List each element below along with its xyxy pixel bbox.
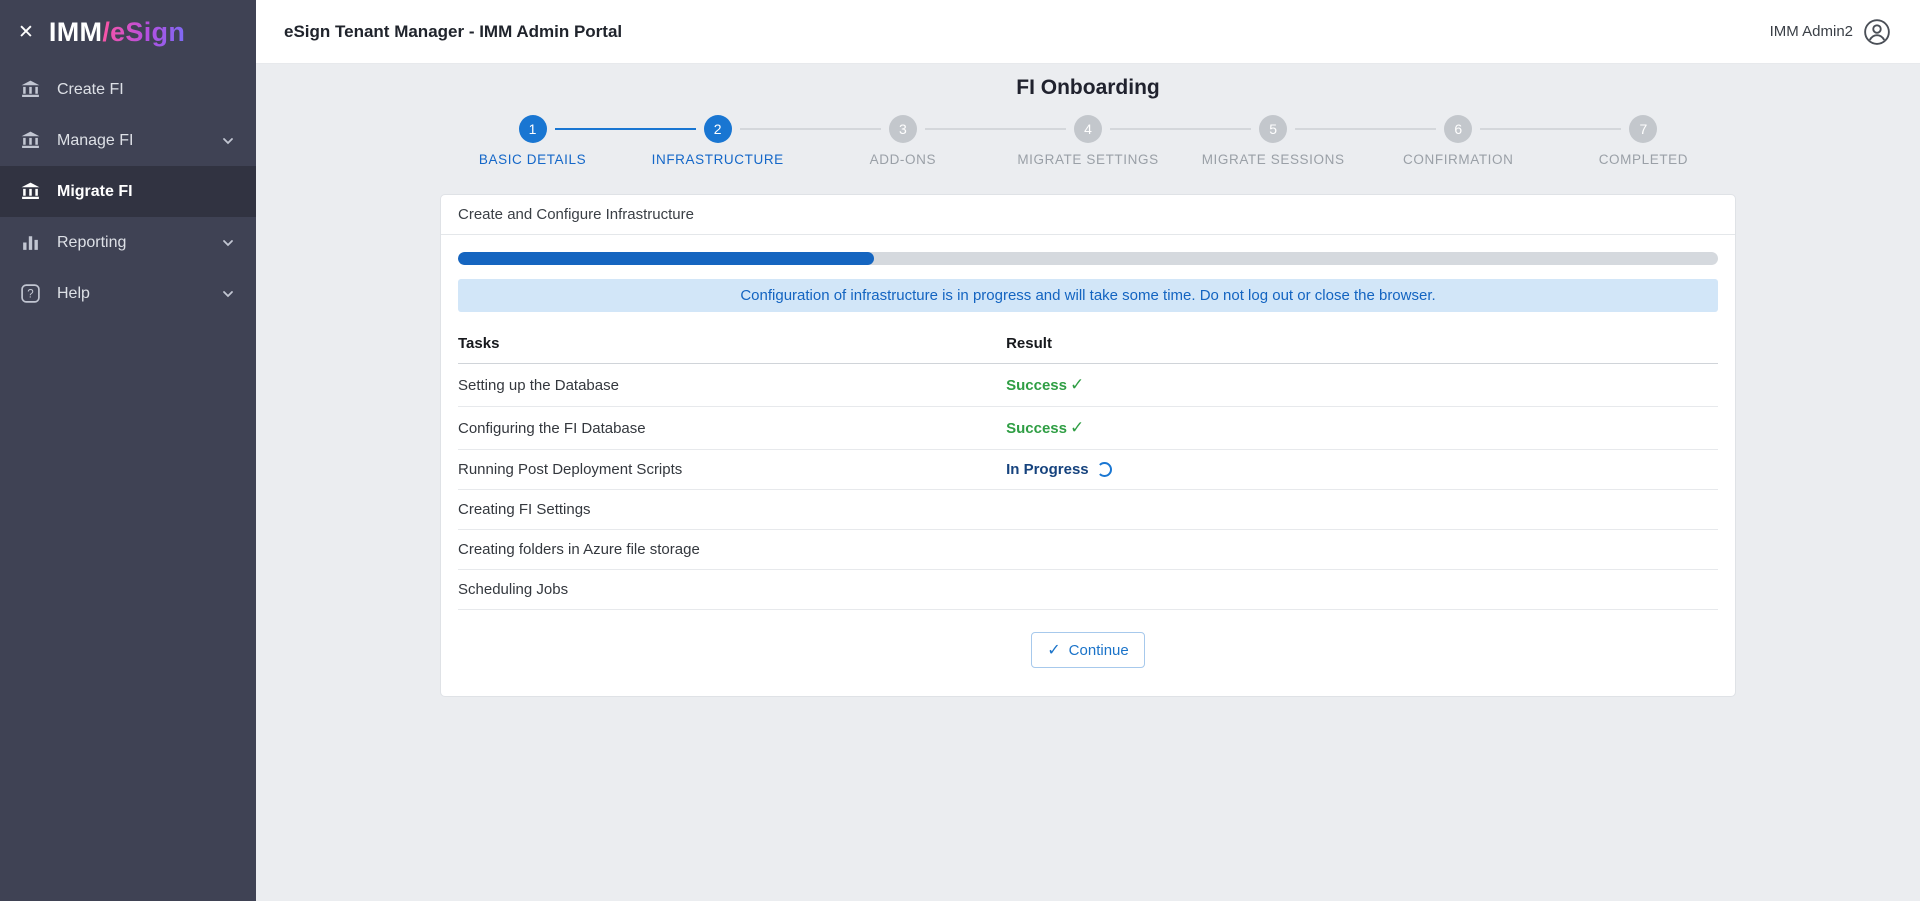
sidebar-item-label: Reporting <box>57 233 127 251</box>
result-cell: Success ✓ <box>1006 363 1718 407</box>
step-label: MIGRATE SESSIONS <box>1201 152 1345 167</box>
close-icon[interactable]: ✕ <box>18 23 34 42</box>
step-label: COMPLETED <box>1598 152 1689 167</box>
result-cell: In Progress <box>1006 449 1718 490</box>
table-header-row: Tasks Result <box>458 322 1718 364</box>
table-row: Creating FI Settings <box>458 489 1718 530</box>
step-circle: 2 <box>703 115 732 143</box>
result-cell: Success ✓ <box>1006 406 1718 450</box>
task-cell: Creating folders in Azure file storage <box>458 529 1007 570</box>
user-name: IMM Admin2 <box>1769 23 1853 40</box>
result-text: Success <box>1006 377 1067 394</box>
stepper-step-completed: 7 COMPLETED <box>1480 115 1736 167</box>
step-connector <box>1295 128 1437 130</box>
app-logo: IMM/eSign <box>49 17 185 48</box>
column-header-tasks: Tasks <box>458 322 1007 364</box>
sidebar-nav: Create FI Manage FI Migrate FI Reporting <box>0 64 256 319</box>
sidebar-item-manage-fi[interactable]: Manage FI <box>0 115 256 166</box>
task-cell: Creating FI Settings <box>458 489 1007 530</box>
check-icon: ✓ <box>1069 375 1085 394</box>
step-label: CONFIRMATION <box>1403 152 1514 167</box>
stepper-step-migrate-settings: 4 MIGRATE SETTINGS <box>924 115 1180 167</box>
check-icon: ✓ <box>1069 418 1085 437</box>
continue-button-label: Continue <box>1068 641 1129 659</box>
sidebar-item-migrate-fi[interactable]: Migrate FI <box>0 166 256 217</box>
infrastructure-card: Create and Configure Infrastructure Conf… <box>440 194 1736 697</box>
top-header: eSign Tenant Manager - IMM Admin Portal … <box>256 0 1920 64</box>
chevron-down-icon <box>220 286 236 302</box>
chevron-down-icon <box>220 235 236 251</box>
sidebar-item-reporting[interactable]: Reporting <box>0 217 256 268</box>
step-circle: 6 <box>1444 115 1473 143</box>
help-icon: ? <box>20 283 41 304</box>
step-connector <box>739 128 881 130</box>
check-icon: ✓ <box>1047 642 1061 659</box>
task-cell: Setting up the Database <box>458 363 1007 407</box>
step-connector <box>1110 128 1252 130</box>
chevron-down-icon <box>220 133 236 149</box>
spinner-icon <box>1096 462 1112 477</box>
table-row: Creating folders in Azure file storage <box>458 529 1718 570</box>
stepper-step-migrate-sessions: 5 MIGRATE SESSIONS <box>1110 115 1366 167</box>
column-header-result: Result <box>1006 322 1718 364</box>
sidebar: ✕ IMM/eSign Create FI Manage FI Migrate … <box>0 0 256 901</box>
step-label: MIGRATE SETTINGS <box>1017 152 1159 167</box>
table-row: Configuring the FI Database Success ✓ <box>458 406 1718 450</box>
logo-esign: /eSign <box>102 16 186 47</box>
page-title: FI Onboarding <box>1016 76 1160 99</box>
table-row: Scheduling Jobs <box>458 569 1718 610</box>
app-title: eSign Tenant Manager - IMM Admin Portal <box>284 21 623 41</box>
step-connector <box>1480 128 1622 130</box>
result-cell <box>1006 489 1718 530</box>
step-connector <box>554 128 696 130</box>
sidebar-item-create-fi[interactable]: Create FI <box>0 64 256 115</box>
chart-icon <box>20 232 41 253</box>
step-circle: 3 <box>888 115 917 143</box>
stepper-step-basic-details: 1 BASIC DETAILS <box>440 115 625 167</box>
result-text: In Progress <box>1006 461 1089 478</box>
sidebar-item-label: Migrate FI <box>57 182 133 200</box>
step-label: INFRASTRUCTURE <box>651 152 784 167</box>
logo-imm: IMM <box>48 16 103 47</box>
result-cell <box>1006 529 1718 570</box>
stepper-step-confirmation: 6 CONFIRMATION <box>1295 115 1551 167</box>
step-circle: 7 <box>1629 115 1658 143</box>
info-banner: Configuration of infrastructure is in pr… <box>458 279 1718 312</box>
task-cell: Running Post Deployment Scripts <box>458 449 1007 490</box>
sidebar-item-label: Manage FI <box>57 131 134 149</box>
stepper-step-infrastructure: 2 INFRASTRUCTURE <box>554 115 810 167</box>
sidebar-item-label: Help <box>57 284 90 302</box>
user-avatar-icon <box>1862 17 1892 47</box>
main-content: FI Onboarding 1 BASIC DETAILS 2 INFRASTR… <box>256 64 1920 901</box>
tasks-table: Tasks Result Setting up the Database Suc… <box>458 322 1718 610</box>
table-row: Running Post Deployment Scripts In Progr… <box>458 449 1718 490</box>
step-label: ADD-ONS <box>869 152 937 167</box>
button-row: ✓ Continue <box>441 610 1735 696</box>
sidebar-item-label: Create FI <box>57 80 124 98</box>
stepper: 1 BASIC DETAILS 2 INFRASTRUCTURE 3 ADD-O… <box>440 115 1736 167</box>
stepper-step-add-ons: 3 ADD-ONS <box>739 115 995 167</box>
table-row: Setting up the Database Success ✓ <box>458 363 1718 407</box>
card-title: Create and Configure Infrastructure <box>441 195 1735 235</box>
task-cell: Configuring the FI Database <box>458 406 1007 450</box>
result-text: Success <box>1006 420 1067 437</box>
bank-icon <box>20 181 41 202</box>
continue-button[interactable]: ✓ Continue <box>1031 632 1145 668</box>
bank-icon <box>20 130 41 151</box>
task-cell: Scheduling Jobs <box>458 569 1007 610</box>
sidebar-header: ✕ IMM/eSign <box>0 0 256 64</box>
progress-fill <box>458 252 874 265</box>
step-label: BASIC DETAILS <box>478 152 587 167</box>
sidebar-item-help[interactable]: ? Help <box>0 268 256 319</box>
progress-bar <box>458 252 1718 265</box>
step-circle: 1 <box>518 115 547 143</box>
step-connector <box>924 128 1066 130</box>
svg-text:?: ? <box>27 289 33 301</box>
step-circle: 5 <box>1259 115 1288 143</box>
user-menu[interactable]: IMM Admin2 <box>1770 17 1892 47</box>
result-cell <box>1006 569 1718 610</box>
step-circle: 4 <box>1073 115 1102 143</box>
bank-icon <box>20 79 41 100</box>
